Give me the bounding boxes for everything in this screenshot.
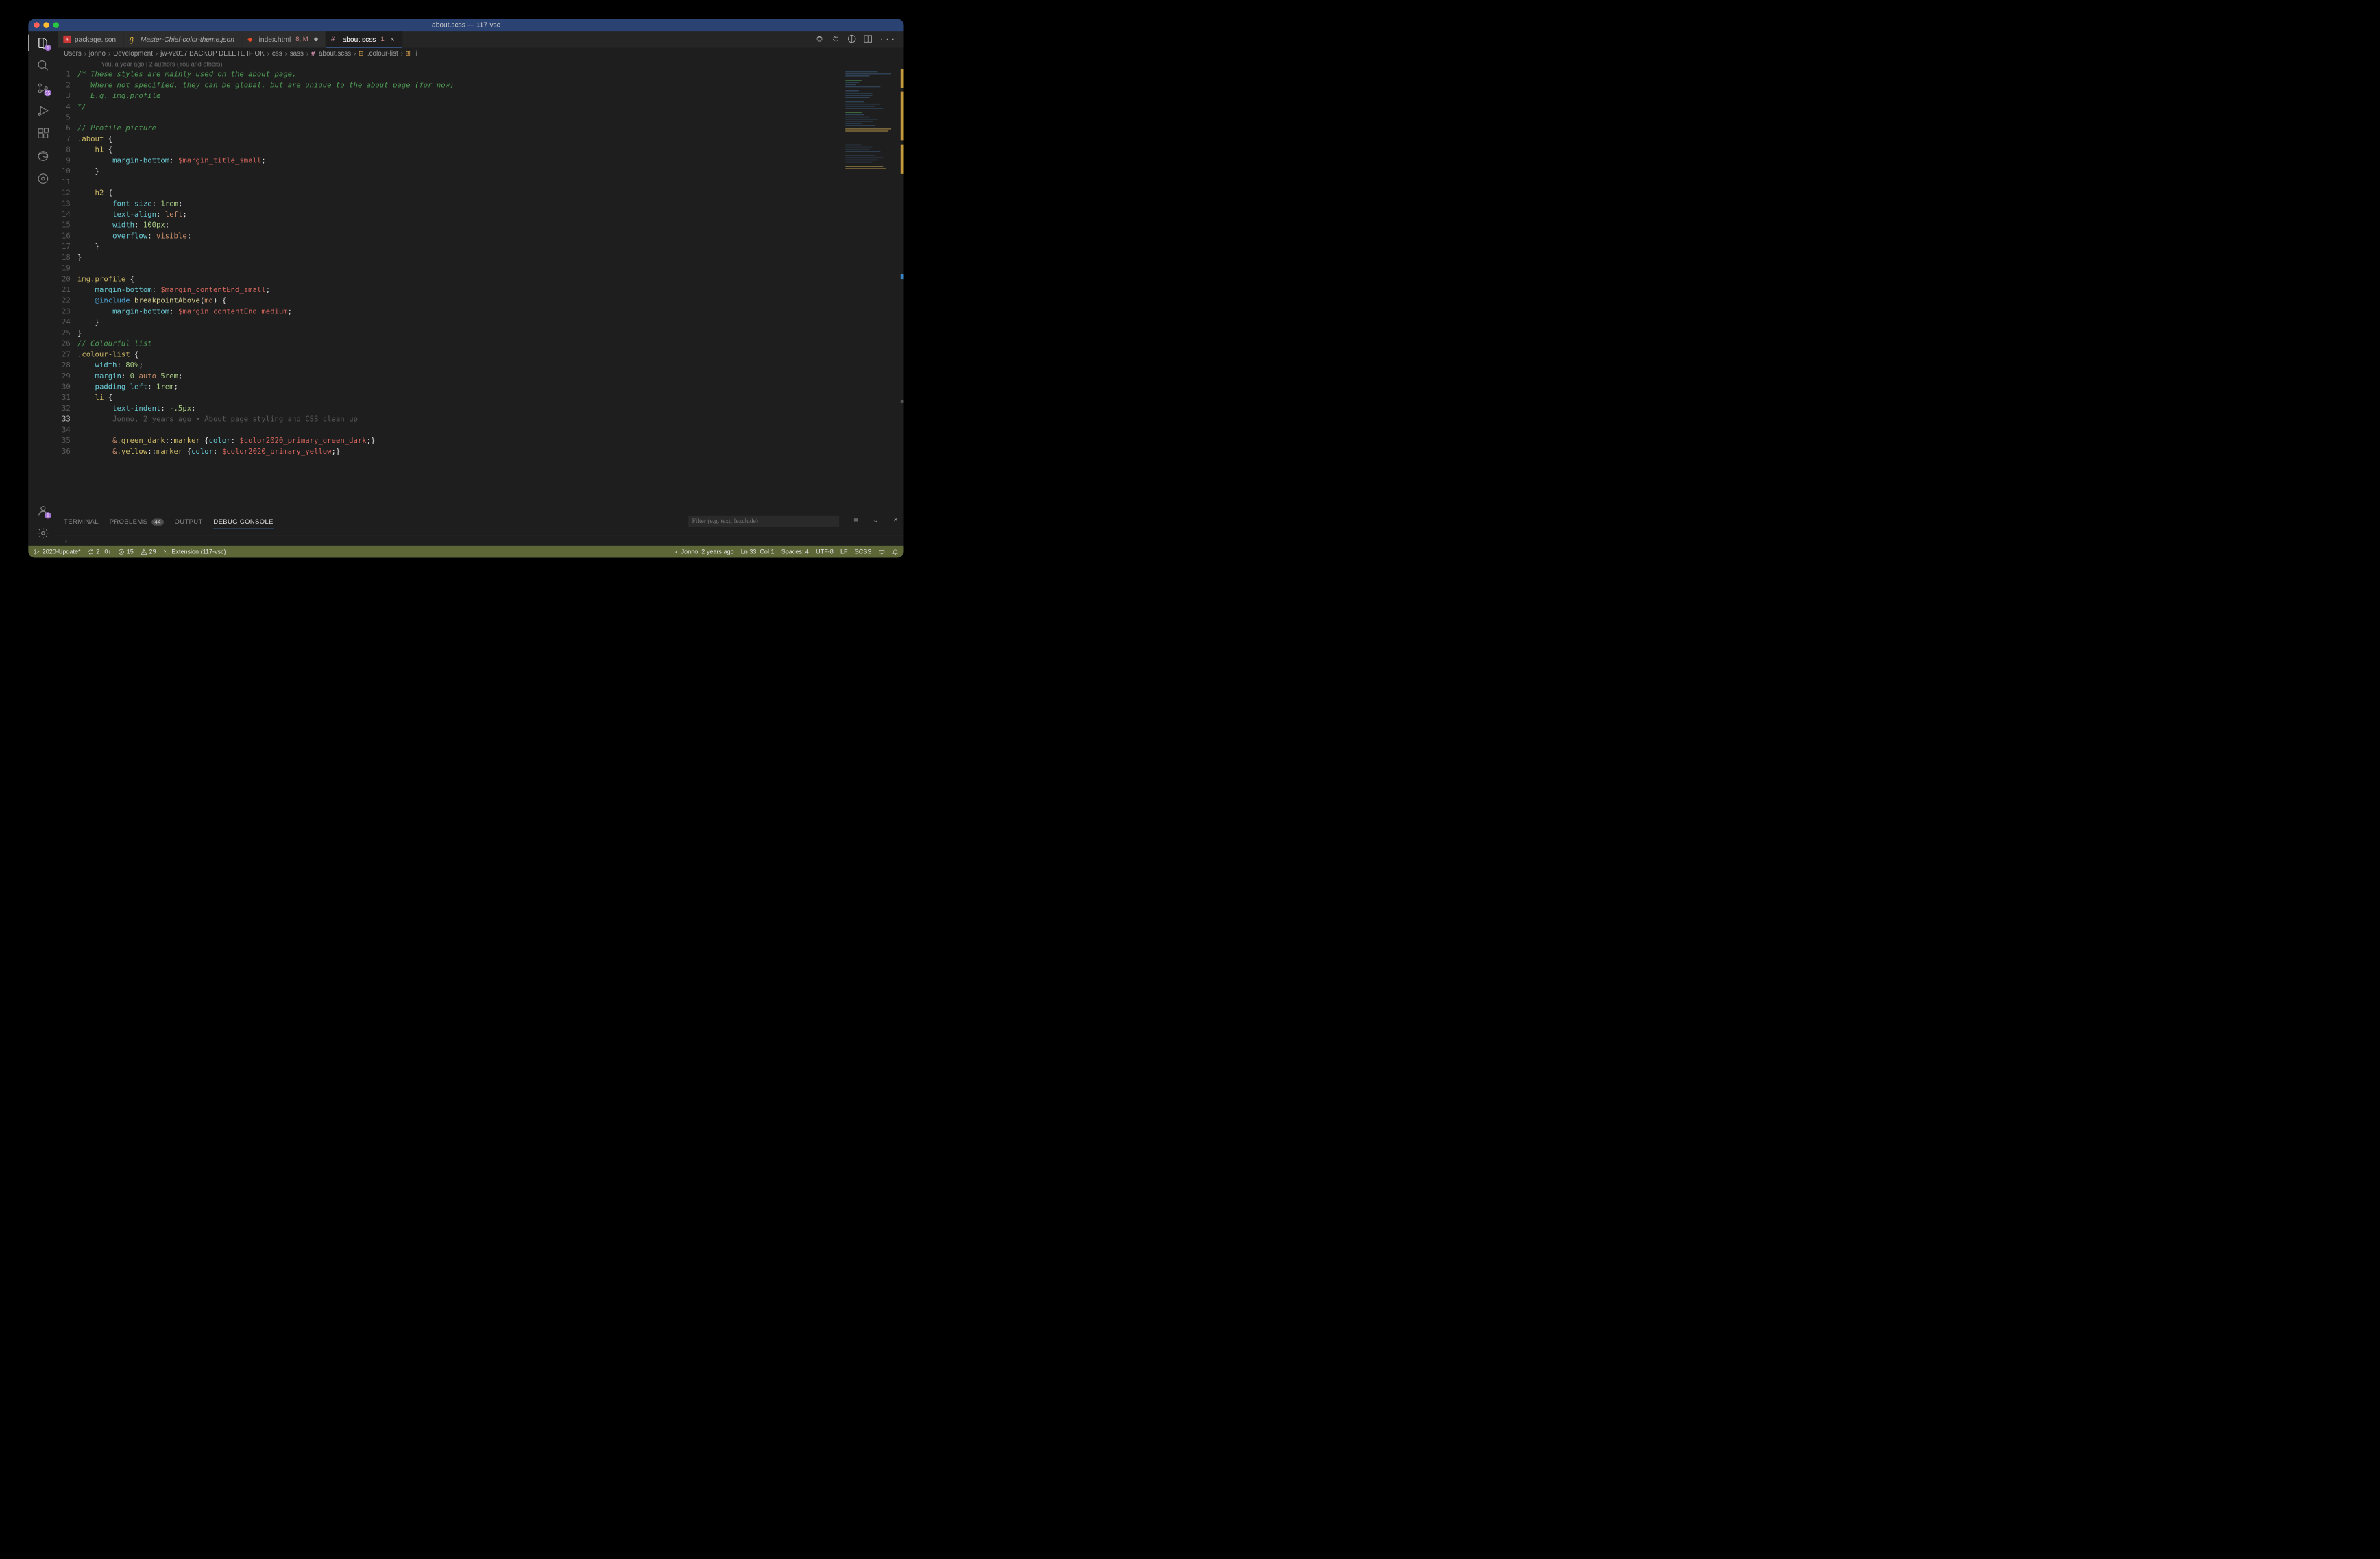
status-spaces[interactable]: Spaces: 4 — [781, 548, 809, 555]
problems-badge: 44 — [151, 519, 163, 526]
status-encoding[interactable]: UTF-8 — [816, 548, 834, 555]
target-icon[interactable] — [36, 171, 50, 185]
breadcrumb-item[interactable]: Users — [64, 49, 82, 57]
breadcrumb-item[interactable]: Development — [113, 49, 153, 57]
minimap[interactable] — [842, 69, 903, 513]
tab-bar: n package.json {} Master-Chief-color-the… — [58, 31, 903, 47]
tab-count: 1 — [380, 36, 384, 43]
go-back-icon[interactable] — [814, 34, 824, 45]
tab-label: about.scss — [343, 35, 376, 43]
search-icon[interactable] — [36, 58, 50, 72]
window-title: about.scss — 117-vsc — [432, 21, 500, 29]
panel-tab-debug-console[interactable]: DEBUG CONSOLE — [213, 516, 273, 529]
status-errors[interactable]: 15 — [118, 548, 134, 555]
breadcrumb-item[interactable]: jonno — [89, 49, 106, 57]
breadcrumb-item[interactable]: about.scss — [319, 49, 351, 57]
close-window-button[interactable] — [34, 22, 40, 28]
compare-icon[interactable] — [847, 34, 857, 45]
source-control-icon[interactable]: 55 — [36, 81, 50, 95]
breadcrumb-item[interactable]: sass — [290, 49, 304, 57]
more-actions-icon[interactable]: ··· — [879, 35, 897, 45]
breadcrumb-item[interactable]: .colour-list — [367, 49, 398, 57]
tab-package-json[interactable]: n package.json — [58, 31, 123, 47]
status-eol[interactable]: LF — [840, 548, 848, 555]
status-extension[interactable]: Extension (117-vsc) — [163, 548, 226, 555]
extensions-icon[interactable] — [36, 126, 50, 140]
close-tab-icon[interactable]: × — [390, 35, 394, 44]
explorer-badge: 1 — [45, 45, 51, 51]
line-gutter: 1234567891011121314151617181920212223242… — [58, 69, 77, 513]
status-language[interactable]: SCSS — [855, 548, 872, 555]
status-bell-icon[interactable] — [892, 548, 898, 555]
tab-theme-json[interactable]: {} Master-Chief-color-theme.json — [123, 31, 242, 47]
breadcrumb-item[interactable]: li — [415, 49, 417, 57]
accounts-icon[interactable]: 1 — [36, 504, 50, 518]
tab-index-html[interactable]: ◆ index.html 8, M — [242, 31, 326, 47]
status-warnings[interactable]: 29 — [141, 548, 156, 555]
breadcrumb-launcher[interactable]: › — [58, 536, 903, 546]
explorer-icon[interactable]: 1 — [36, 36, 50, 49]
accounts-badge: 1 — [45, 512, 51, 518]
scss-icon: # — [331, 36, 339, 43]
vscode-window: about.scss — 117-vsc 1 55 — [28, 19, 903, 558]
split-editor-icon[interactable] — [863, 34, 873, 45]
dirty-indicator-icon — [314, 38, 318, 42]
settings-gear-icon[interactable] — [36, 527, 50, 540]
close-panel-icon[interactable]: × — [893, 516, 897, 524]
json-icon: {} — [129, 36, 136, 43]
status-position[interactable]: Ln 33, Col 1 — [741, 548, 775, 555]
debug-icon[interactable] — [36, 104, 50, 117]
breadcrumb-item[interactable]: css — [272, 49, 282, 57]
tab-about-scss[interactable]: # about.scss 1 × — [326, 31, 402, 47]
breadcrumb[interactable]: Users› jonno› Development› jw-v2017 BACK… — [58, 48, 903, 60]
filter-icon[interactable]: ≡ — [853, 516, 858, 524]
titlebar: about.scss — 117-vsc — [28, 19, 903, 32]
tab-modified-label: 8, M — [295, 36, 308, 43]
minimize-window-button[interactable] — [43, 22, 49, 28]
collapse-panel-icon[interactable]: ⌄ — [873, 516, 879, 524]
tab-label: Master-Chief-color-theme.json — [141, 35, 234, 43]
gitlens-authors: You, a year ago | 2 authors (You and oth… — [58, 59, 903, 69]
panel-tab-output[interactable]: OUTPUT — [175, 516, 203, 526]
window-controls — [34, 22, 59, 28]
edge-icon[interactable] — [36, 149, 50, 162]
editor[interactable]: 1234567891011121314151617181920212223242… — [58, 69, 842, 513]
status-sync[interactable]: 2↓ 0↑ — [88, 548, 111, 555]
status-blame[interactable]: Jonno, 2 years ago — [672, 548, 733, 555]
panel-tab-problems[interactable]: PROBLEMS 44 — [110, 516, 164, 526]
tab-actions: ··· — [807, 31, 903, 47]
maximize-window-button[interactable] — [53, 22, 59, 28]
status-feedback-icon[interactable] — [879, 548, 885, 555]
panel-filter-input[interactable] — [688, 516, 839, 527]
tab-label: package.json — [75, 35, 116, 43]
bottom-panel: TERMINAL PROBLEMS 44 OUTPUT DEBUG CONSOL… — [58, 513, 903, 535]
code-area[interactable]: /* These styles are mainly used on the a… — [77, 69, 842, 513]
breadcrumb-item[interactable]: jw-v2017 BACKUP DELETE IF OK — [160, 49, 265, 57]
status-bar: 2020-Update* 2↓ 0↑ 15 29 Extension (117-… — [28, 546, 903, 558]
go-forward-icon[interactable] — [831, 34, 840, 45]
panel-tab-terminal[interactable]: TERMINAL — [64, 516, 99, 526]
html-icon: ◆ — [247, 36, 255, 43]
activity-bar: 1 55 1 — [28, 31, 58, 546]
status-branch[interactable]: 2020-Update* — [34, 548, 80, 555]
tab-label: index.html — [259, 35, 291, 43]
npm-icon: n — [63, 36, 71, 43]
scm-badge: 55 — [44, 90, 51, 96]
